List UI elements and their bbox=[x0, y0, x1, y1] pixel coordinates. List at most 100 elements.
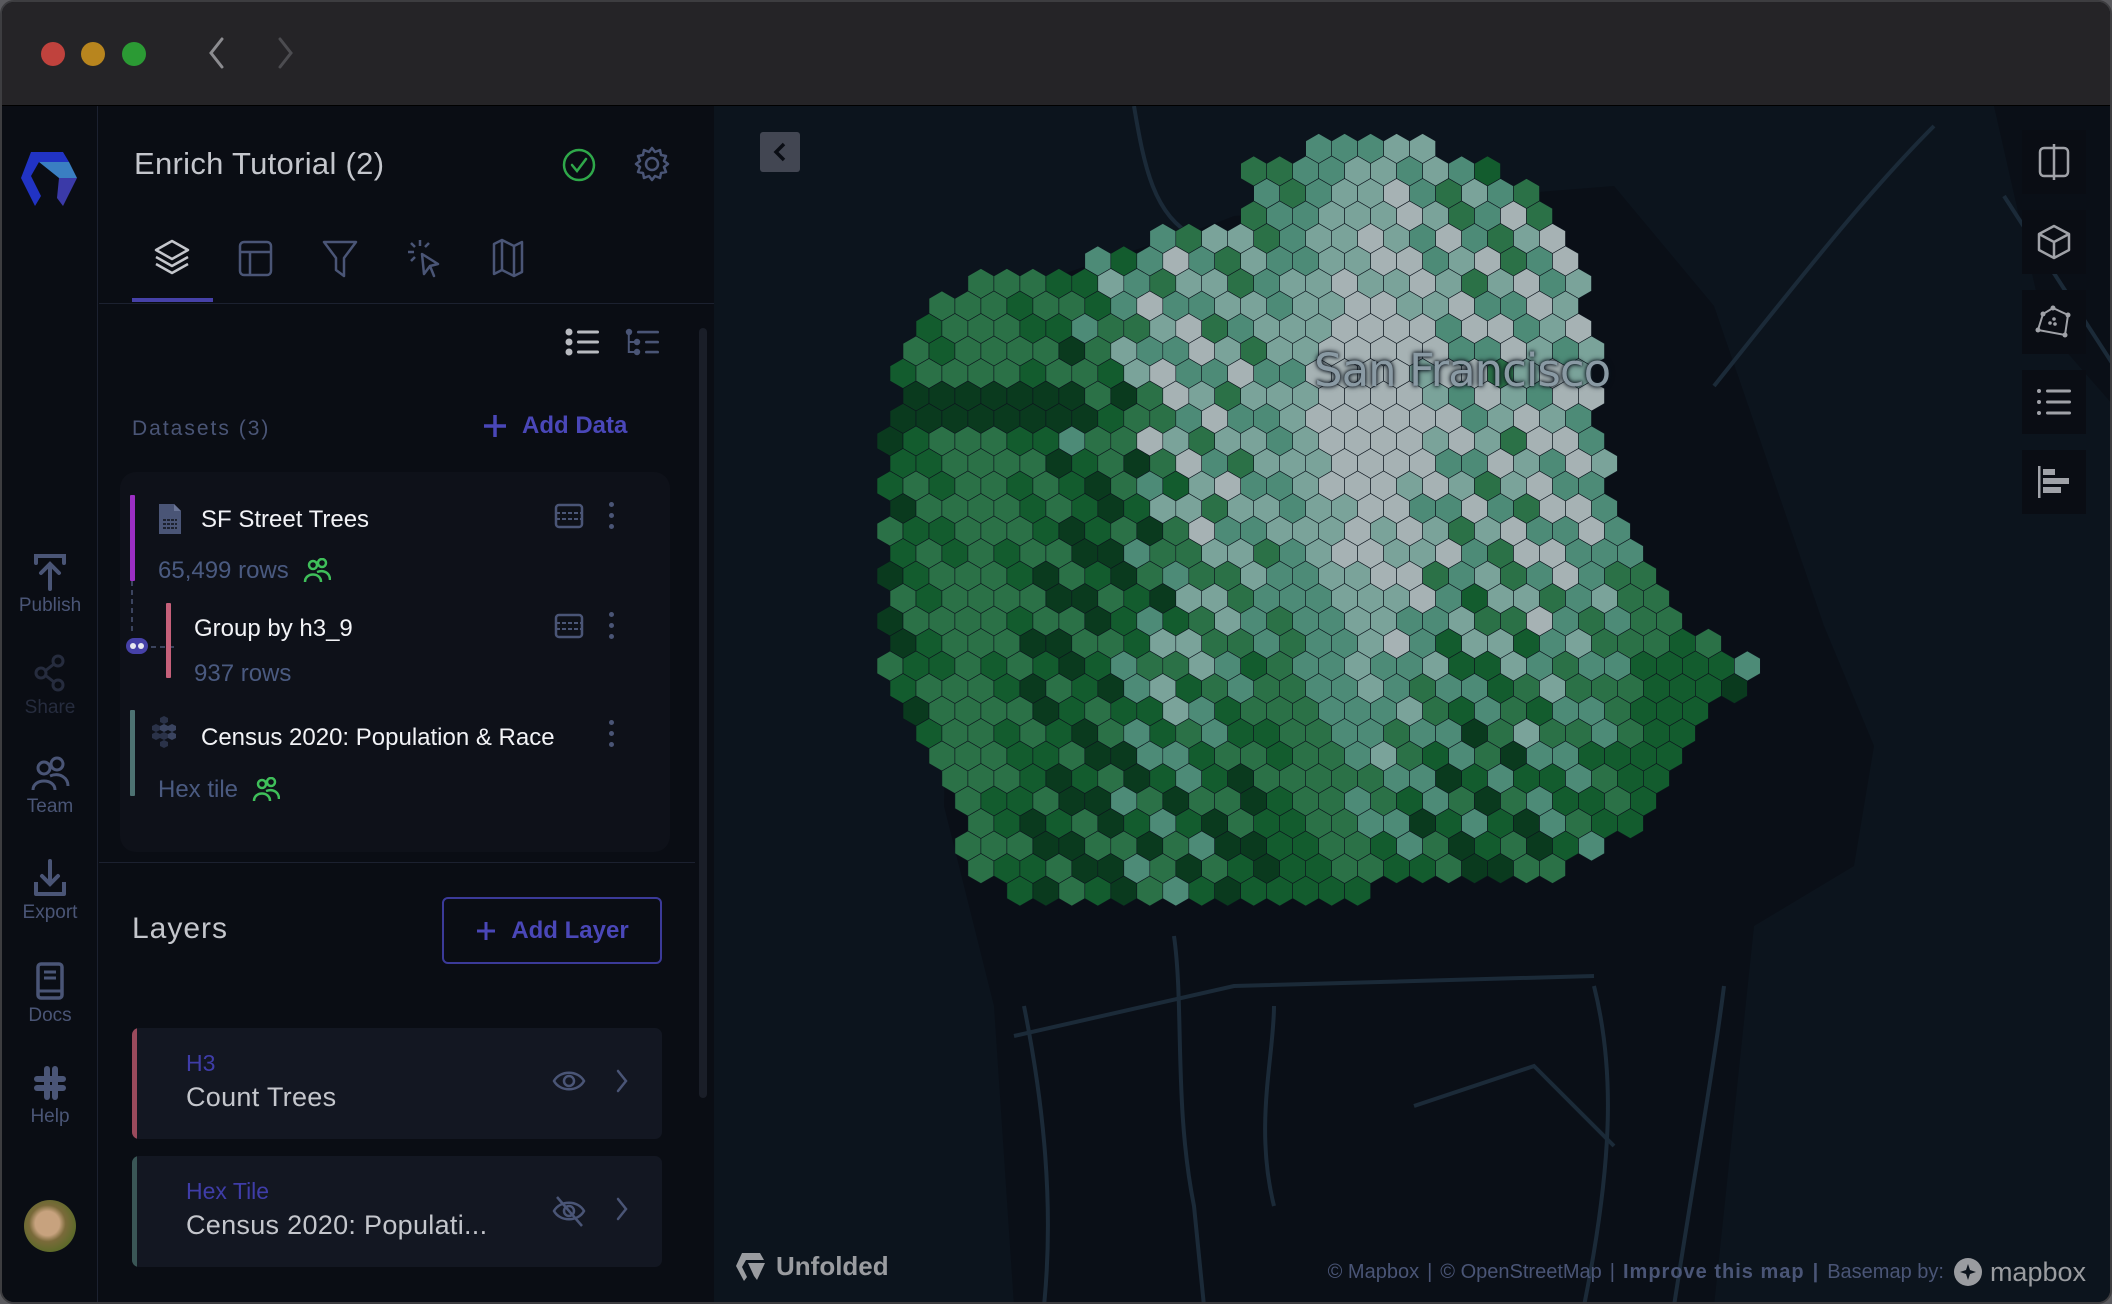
title-bar bbox=[2, 2, 2110, 106]
layer-item[interactable]: H3 Count Trees bbox=[132, 1028, 662, 1139]
charts-button[interactable] bbox=[2022, 450, 2086, 514]
download-icon bbox=[34, 859, 66, 896]
osm-attribution-link[interactable]: © OpenStreetMap bbox=[1440, 1261, 1601, 1284]
attrib-separator: | bbox=[1609, 1260, 1615, 1283]
dataset-rows: 937 rows bbox=[194, 660, 291, 688]
add-layer-button[interactable]: Add Layer bbox=[442, 897, 662, 964]
chevron-right-icon[interactable] bbox=[614, 1068, 630, 1094]
dataset-name[interactable]: Census 2020: Population & Race bbox=[201, 724, 555, 752]
rail-export[interactable]: Export bbox=[2, 858, 98, 924]
layer-color-bar bbox=[132, 1028, 137, 1139]
rail-help[interactable]: Help bbox=[2, 1064, 98, 1128]
tab-layers-icon[interactable] bbox=[142, 236, 202, 280]
close-window-button[interactable] bbox=[41, 42, 65, 66]
legend-button[interactable] bbox=[2022, 370, 2086, 434]
dataset-rows-text: 65,499 rows bbox=[158, 557, 289, 584]
table-view-icon[interactable] bbox=[554, 502, 584, 530]
add-data-label: Add Data bbox=[522, 412, 628, 439]
dataset-color-bar bbox=[130, 710, 135, 796]
user-avatar[interactable] bbox=[24, 1200, 76, 1252]
forward-chevron-icon[interactable] bbox=[270, 32, 300, 74]
rail-share: Share bbox=[2, 653, 98, 719]
datasets-list: SF Street Trees 65,499 rows Group by h3_… bbox=[120, 472, 670, 852]
rail-docs[interactable]: Docs bbox=[2, 961, 98, 1027]
table-view-icon[interactable] bbox=[554, 612, 584, 640]
tab-interactions-icon[interactable] bbox=[394, 236, 454, 280]
unfolded-logo-icon[interactable] bbox=[19, 148, 81, 220]
add-layer-label: Add Layer bbox=[511, 916, 629, 944]
chevron-right-icon[interactable] bbox=[614, 1196, 630, 1222]
split-map-button[interactable] bbox=[2022, 130, 2086, 194]
rail-help-label: Help bbox=[30, 1106, 70, 1127]
mapbox-logo-text: mapbox bbox=[1989, 1256, 2086, 1287]
map-canvas[interactable]: San Francisco Unfolded © Mapbox | © Open… bbox=[714, 106, 2110, 1302]
unfolded-logo-icon bbox=[736, 1253, 765, 1281]
attrib-separator: | bbox=[1812, 1260, 1820, 1283]
dataset-color-bar bbox=[130, 495, 135, 581]
layer-item[interactable]: Hex Tile Census 2020: Populati... bbox=[132, 1156, 662, 1267]
layer-name: Count Trees bbox=[186, 1082, 337, 1112]
dataset-name[interactable]: Group by h3_9 bbox=[194, 615, 353, 643]
slack-icon bbox=[34, 1066, 66, 1100]
layers-heading: Layers bbox=[132, 912, 229, 945]
collapse-panel-button[interactable] bbox=[760, 132, 800, 172]
h3-hex-layer bbox=[876, 133, 1761, 907]
shared-team-icon bbox=[303, 558, 331, 583]
dataset-name[interactable]: SF Street Trees bbox=[201, 506, 369, 534]
active-tab-indicator bbox=[132, 298, 213, 302]
rail-docs-label: Docs bbox=[28, 1005, 72, 1026]
left-rail: Publish Share Team Export Docs Help bbox=[2, 106, 98, 1302]
tab-basemap-icon[interactable] bbox=[478, 236, 538, 280]
list-view-icon[interactable] bbox=[565, 326, 601, 358]
gear-icon[interactable] bbox=[633, 145, 671, 183]
layer-type: H3 bbox=[186, 1050, 216, 1076]
tab-table-icon[interactable] bbox=[226, 236, 286, 280]
mapbox-icon bbox=[1953, 1258, 1982, 1286]
brand-label: Unfolded bbox=[776, 1250, 889, 1281]
improve-map-link[interactable]: Improve this map bbox=[1623, 1261, 1805, 1284]
panel-scrollbar[interactable] bbox=[699, 328, 707, 1098]
dataset-menu-button[interactable] bbox=[605, 717, 617, 751]
add-data-button[interactable]: Add Data bbox=[482, 412, 627, 440]
project-title: Enrich Tutorial (2) bbox=[134, 146, 385, 181]
book-icon bbox=[36, 962, 64, 1000]
zoom-window-button[interactable] bbox=[122, 42, 146, 66]
dataset-rows-text: 937 rows bbox=[194, 660, 292, 687]
check-circle-icon bbox=[562, 148, 596, 182]
rail-share-label: Share bbox=[24, 697, 76, 718]
polygon-draw-icon bbox=[2035, 305, 2071, 338]
plus-icon bbox=[477, 921, 496, 940]
eye-off-icon[interactable] bbox=[552, 1194, 586, 1228]
share-icon bbox=[34, 654, 65, 692]
dataset-type: Hex tile bbox=[158, 776, 281, 804]
mapbox-attribution-link[interactable]: © Mapbox bbox=[1328, 1261, 1419, 1284]
rail-export-label: Export bbox=[22, 902, 78, 923]
dataset-color-bar bbox=[166, 603, 171, 678]
rail-publish-label: Publish bbox=[18, 595, 82, 616]
draw-polygon-button[interactable] bbox=[2022, 290, 2086, 354]
file-icon bbox=[159, 504, 181, 534]
section-divider bbox=[99, 862, 695, 863]
rail-publish[interactable]: Publish bbox=[2, 551, 98, 617]
chevron-left-icon bbox=[773, 142, 786, 162]
dataset-menu-button[interactable] bbox=[605, 499, 617, 533]
tree-view-icon[interactable] bbox=[625, 326, 661, 358]
legend-list-icon bbox=[2037, 389, 2071, 415]
rail-team-label: Team bbox=[26, 796, 74, 817]
side-panel: Enrich Tutorial (2) Datasets (3) Add Dat… bbox=[99, 106, 714, 1302]
minimize-window-button[interactable] bbox=[81, 42, 105, 66]
rail-team[interactable]: Team bbox=[2, 756, 98, 818]
hex-tile-icon bbox=[152, 716, 176, 748]
back-chevron-icon[interactable] bbox=[202, 32, 232, 74]
datasets-label: Datasets (3) bbox=[132, 417, 271, 440]
3d-view-button[interactable] bbox=[2022, 210, 2086, 274]
cube-icon bbox=[2037, 224, 2071, 260]
eye-icon[interactable] bbox=[552, 1066, 586, 1096]
mapbox-logo[interactable]: mapbox bbox=[1952, 1256, 2086, 1288]
tab-filter-icon[interactable] bbox=[310, 236, 370, 280]
dataset-menu-button[interactable] bbox=[605, 609, 617, 643]
unfolded-brand: Unfolded bbox=[734, 1250, 889, 1282]
city-label: San Francisco bbox=[1314, 344, 1611, 397]
bar-chart-icon bbox=[2038, 466, 2069, 498]
map-attribution: © Mapbox | © OpenStreetMap | Improve thi… bbox=[1328, 1256, 2086, 1288]
